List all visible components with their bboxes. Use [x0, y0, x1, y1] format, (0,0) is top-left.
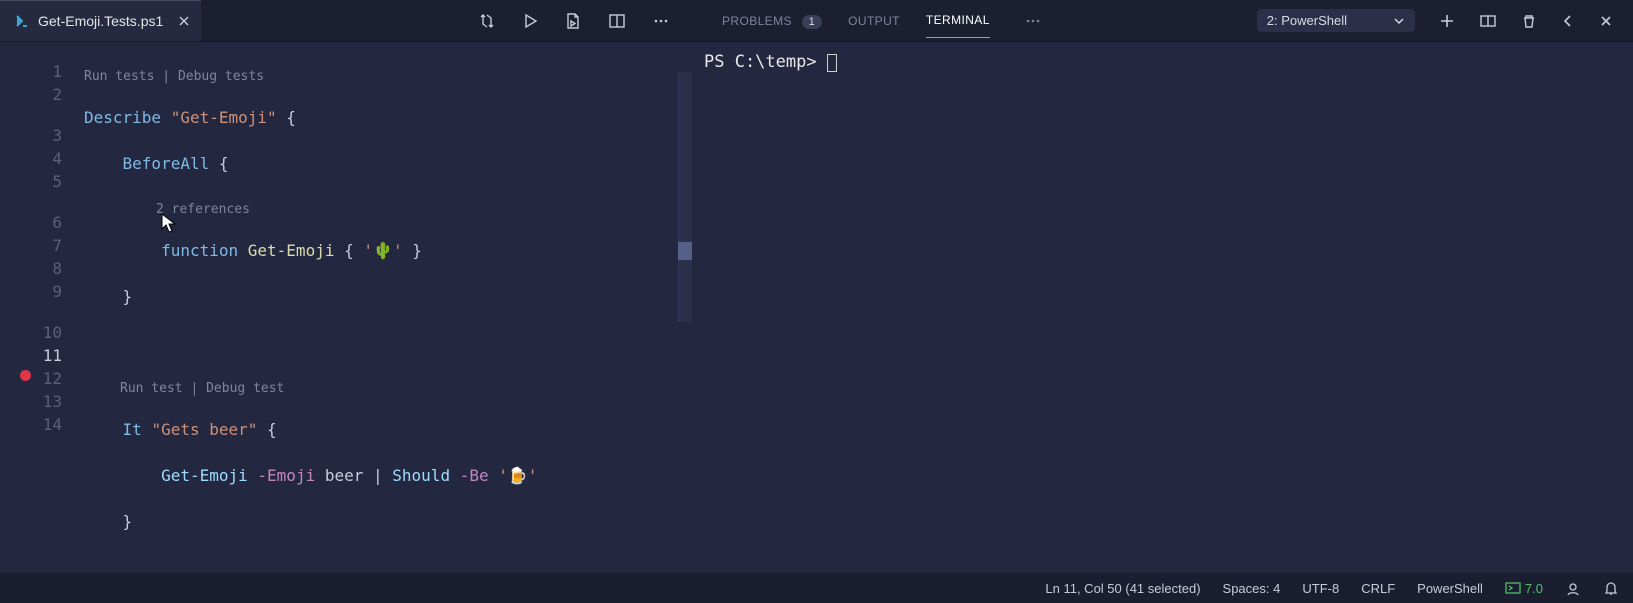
- line-number: 4: [0, 147, 62, 170]
- run-icon[interactable]: [522, 13, 538, 29]
- line-number: 7: [0, 234, 62, 257]
- chevron-left-icon[interactable]: [1561, 14, 1575, 28]
- problems-count-badge: 1: [802, 15, 823, 29]
- close-icon[interactable]: [177, 14, 191, 28]
- status-spaces[interactable]: Spaces: 4: [1223, 581, 1281, 596]
- split-editor-icon[interactable]: [608, 12, 626, 30]
- split-terminal-icon[interactable]: [1479, 12, 1497, 30]
- status-eol[interactable]: CRLF: [1361, 581, 1395, 596]
- file-tab[interactable]: Get-Emoji.Tests.ps1: [0, 0, 201, 41]
- main-area: C: › temp › Get-Emoji.Tests.ps1 › Descri…: [0, 42, 1633, 573]
- tab-terminal[interactable]: TERMINAL: [926, 13, 990, 38]
- tab-output[interactable]: OUTPUT: [848, 14, 900, 28]
- status-language[interactable]: PowerShell: [1417, 581, 1483, 596]
- line-number: 6: [0, 211, 62, 234]
- line-number: 9: [0, 280, 62, 303]
- close-panel-icon[interactable]: [1599, 14, 1613, 28]
- status-terminal-version[interactable]: 7.0: [1505, 580, 1543, 596]
- more-icon[interactable]: [652, 12, 670, 30]
- terminal-cursor: [827, 54, 837, 72]
- new-terminal-icon[interactable]: [1439, 13, 1455, 29]
- problems-label: PROBLEMS: [722, 14, 792, 28]
- line-number: 8: [0, 257, 62, 280]
- editor-tabs: Get-Emoji.Tests.ps1: [0, 0, 692, 41]
- codelens[interactable]: Run tests | Debug tests: [84, 65, 692, 83]
- line-number: 1: [0, 60, 62, 83]
- line-number: 12: [0, 367, 62, 390]
- line-number: 14: [0, 413, 62, 436]
- terminal-selector[interactable]: 2: PowerShell: [1257, 9, 1415, 32]
- line-number: 11: [0, 344, 62, 367]
- line-number: 10: [0, 321, 62, 344]
- status-bar: Ln 11, Col 50 (41 selected) Spaces: 4 UT…: [0, 573, 1633, 603]
- minimap-thumb[interactable]: [678, 242, 692, 260]
- chevron-down-icon: [1393, 15, 1405, 27]
- code-area[interactable]: 1 2 3 4 5 6 7 8 9 10 11 12 13 14 Run tes…: [0, 42, 692, 573]
- panel-more-icon[interactable]: [1024, 12, 1042, 30]
- status-encoding[interactable]: UTF-8: [1302, 581, 1339, 596]
- codelens-references[interactable]: 2 references: [84, 198, 692, 216]
- terminal-selector-label: 2: PowerShell: [1267, 13, 1347, 28]
- terminal-pane[interactable]: PS C:\temp>: [692, 42, 1633, 573]
- line-number-gutter: 1 2 3 4 5 6 7 8 9 10 11 12 13 14: [0, 42, 84, 573]
- minimap[interactable]: [678, 72, 692, 322]
- title-bar: Get-Emoji.Tests.ps1 PROBLEMS: [0, 0, 1633, 42]
- status-selection[interactable]: Ln 11, Col 50 (41 selected): [1045, 581, 1200, 596]
- line-number: 3: [0, 124, 62, 147]
- line-number: 13: [0, 390, 62, 413]
- tab-problems[interactable]: PROBLEMS 1: [722, 14, 822, 28]
- code-content[interactable]: Run tests | Debug tests Describe "Get-Em…: [84, 42, 692, 573]
- panel-tabs: PROBLEMS 1 OUTPUT TERMINAL: [692, 0, 1237, 41]
- compare-changes-icon[interactable]: [478, 12, 496, 30]
- powershell-file-icon: [14, 13, 30, 29]
- kill-terminal-icon[interactable]: [1521, 13, 1537, 29]
- editor-actions: [478, 0, 692, 41]
- run-file-icon[interactable]: [564, 12, 582, 30]
- terminal-prompt: PS C:\temp>: [704, 52, 827, 72]
- notifications-icon[interactable]: [1603, 580, 1619, 596]
- line-number: 2: [0, 83, 62, 106]
- line-number: 5: [0, 170, 62, 193]
- editor-pane: C: › temp › Get-Emoji.Tests.ps1 › Descri…: [0, 42, 692, 573]
- tab-title: Get-Emoji.Tests.ps1: [38, 13, 163, 29]
- codelens[interactable]: Run test | Debug test: [84, 377, 692, 395]
- feedback-icon[interactable]: [1565, 580, 1581, 596]
- panel-actions: 2: PowerShell: [1237, 0, 1633, 41]
